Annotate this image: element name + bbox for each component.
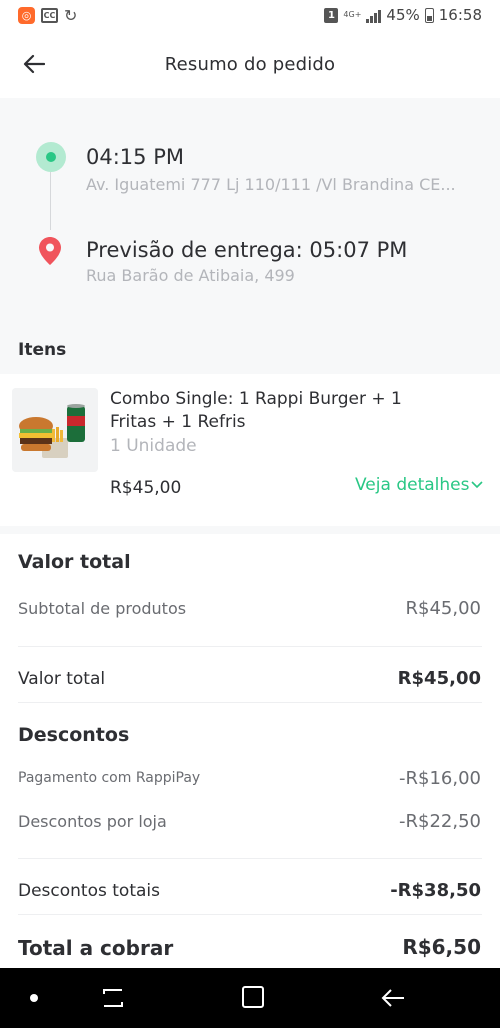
cc-icon: CC	[41, 7, 58, 23]
signal-icon	[366, 8, 382, 23]
system-back-icon[interactable]	[380, 986, 406, 1010]
page-title: Resumo do pedido	[164, 53, 336, 75]
delivery-estimate: Previsão de entrega: 05:07 PM	[86, 238, 408, 262]
pickup-address: Av. Iguatemi 777 Lj 110/111 /Vl Brandina…	[86, 175, 456, 194]
total-label: Valor total	[18, 669, 106, 689]
home-icon[interactable]	[242, 986, 264, 1008]
divider	[18, 858, 482, 859]
recent-apps-icon[interactable]	[100, 985, 126, 1011]
status-bar-left: ◎ CC ↻	[18, 6, 77, 25]
location-pin-icon	[39, 237, 61, 265]
divider	[18, 914, 482, 915]
nav-dot-icon[interactable]	[30, 994, 38, 1002]
item-quantity: 1 Unidade	[110, 436, 197, 456]
items-title: Itens	[18, 340, 67, 360]
discounts-section-title: Descontos	[18, 724, 130, 746]
item-name: Combo Single: 1 Rappi Burger + 1 Fritas …	[110, 389, 402, 432]
see-details-label: Veja detalhes	[355, 475, 470, 495]
route-section	[0, 98, 500, 328]
subtotal-label: Subtotal de produtos	[18, 599, 187, 618]
back-button[interactable]	[18, 48, 50, 80]
notification-count-badge: 1	[324, 7, 339, 23]
product-image	[12, 388, 98, 472]
battery-icon	[424, 7, 434, 23]
discount-label-rappipay: Pagamento com RappiPay	[18, 770, 201, 786]
item-price: R$45,00	[110, 478, 182, 498]
total-value: R$45,00	[397, 668, 481, 689]
burger-combo-illustration	[12, 388, 98, 472]
see-details-link[interactable]: Veja detalhes	[355, 475, 484, 495]
chevron-down-icon	[471, 481, 484, 489]
discounts-total-value: -R$38,50	[390, 880, 481, 901]
header: Resumo do pedido	[0, 30, 500, 98]
route-connector-line	[50, 172, 51, 230]
discounts-total-label: Descontos totais	[18, 881, 160, 901]
clock: 16:58	[438, 6, 482, 24]
items-header	[0, 328, 500, 374]
divider	[18, 646, 482, 647]
section-divider	[0, 526, 500, 534]
app-notification-icon: ◎	[18, 6, 35, 24]
subtotal-value: R$45,00	[405, 598, 482, 619]
status-bar: ◎ CC ↻ 1 4G+ 45% 16:58	[0, 0, 500, 30]
refresh-icon: ↻	[64, 5, 78, 25]
discount-value-rappipay: -R$16,00	[399, 768, 481, 789]
battery-percent: 45%	[386, 6, 420, 24]
pickup-time: 04:15 PM	[86, 145, 184, 169]
status-bar-right: 1 4G+ 45% 16:58	[324, 6, 482, 24]
discount-value-store: -R$22,50	[399, 811, 481, 832]
discount-label-store: Descontos por loja	[18, 812, 167, 831]
divider	[18, 702, 482, 703]
network-type: 4G+	[343, 10, 362, 19]
pickup-dot-icon	[36, 142, 66, 172]
charge-label: Total a cobrar	[18, 936, 174, 960]
total-section-title: Valor total	[18, 551, 131, 573]
delivery-address: Rua Barão de Atibaia, 499	[86, 266, 295, 285]
arrow-left-icon	[23, 54, 45, 74]
charge-value: R$6,50	[402, 935, 481, 959]
